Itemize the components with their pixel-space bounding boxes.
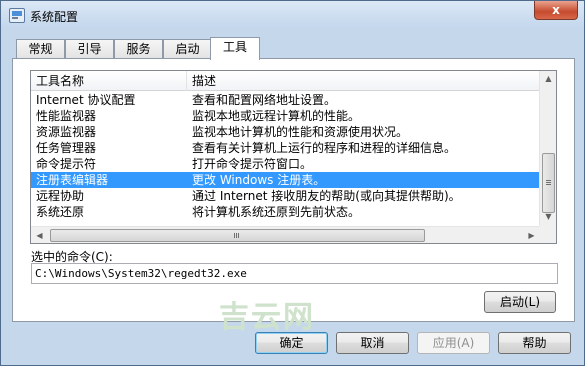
tab-services[interactable]: 服务 [114, 39, 163, 59]
tool-name: 性能监视器 [36, 109, 97, 123]
list-item[interactable]: 远程协助 通过 Internet 接收朋友的帮助(或向其提供帮助)。 [31, 188, 540, 204]
tool-name: 系统还原 [36, 205, 85, 219]
cancel-button[interactable]: 取消 [336, 332, 409, 354]
tool-name: 命令提示符 [36, 157, 97, 171]
list-header: 工具名称 描述 [31, 71, 540, 91]
tool-description: 更改 Windows 注册表。 [192, 173, 326, 187]
tool-name: 注册表编辑器 [36, 173, 109, 187]
list-item[interactable]: 命令提示符 打开命令提示符窗口。 [31, 156, 540, 172]
tool-name: 资源监视器 [36, 125, 97, 139]
scrollbar-corner [539, 226, 556, 243]
tool-description: 将计算机系统还原到先前状态。 [192, 205, 361, 219]
apply-button[interactable]: 应用(A) [417, 332, 490, 354]
vertical-scroll-thumb[interactable] [542, 153, 555, 213]
tool-description: 打开命令提示符窗口。 [192, 157, 313, 171]
tools-list[interactable]: 工具名称 描述 Internet 协议配置 查看和配置网络地址设置。 性能监视器 监视… [30, 70, 557, 244]
list-item[interactable]: 任务管理器 查看有关计算机上运行的程序和进程的详细信息。 [31, 140, 540, 156]
horizontal-scroll-thumb[interactable] [50, 229, 425, 242]
tab-boot[interactable]: 引导 [65, 39, 114, 59]
list-body: Internet 协议配置 查看和配置网络地址设置。性能监视器 监视本地或远程计算机… [31, 92, 540, 220]
scroll-up-arrow-icon[interactable]: ▲ [541, 72, 556, 87]
list-item[interactable]: 系统还原 将计算机系统还原到先前状态。 [31, 204, 540, 220]
tool-description: 监视本地或远程计算机的性能。 [192, 109, 361, 123]
scroll-right-arrow-icon[interactable]: ▶ [524, 228, 539, 243]
launch-button[interactable]: 启动(L) [484, 291, 556, 313]
list-item[interactable]: Internet 协议配置 查看和配置网络地址设置。 [31, 92, 540, 108]
tool-description: 通过 Internet 接收朋友的帮助(或向其提供帮助)。 [192, 189, 461, 203]
list-item[interactable]: 性能监视器 监视本地或远程计算机的性能。 [31, 108, 540, 124]
column-header-tool-name[interactable]: 工具名称 [31, 71, 187, 91]
scroll-left-arrow-icon[interactable]: ◀ [32, 228, 47, 243]
tab-startup[interactable]: 启动 [163, 39, 212, 59]
window-title: 系统配置 [30, 10, 79, 24]
tool-description: 监视本地计算机的性能和资源使用状况。 [192, 125, 409, 139]
tool-description: 查看有关计算机上运行的程序和进程的详细信息。 [192, 141, 457, 155]
system-configuration-icon [9, 8, 25, 23]
close-button[interactable]: x [534, 1, 578, 20]
horizontal-scrollbar[interactable]: ◀ ▶ [31, 226, 540, 243]
tool-name: 远程协助 [36, 189, 85, 203]
help-button[interactable]: 帮助 [498, 332, 571, 354]
ok-button[interactable]: 确定 [255, 332, 328, 354]
column-header-description[interactable]: 描述 [187, 71, 540, 91]
watermark-text: 吉云网 [219, 300, 315, 335]
tab-tools[interactable]: 工具 [210, 37, 260, 60]
title-bar: 系统配置 x [1, 1, 584, 29]
system-configuration-window: 系统配置 x 常规 引导 服务 启动 工具 工具名称 描述 Internet 协… [0, 0, 585, 366]
list-item[interactable]: 资源监视器 监视本地计算机的性能和资源使用状况。 [31, 124, 540, 140]
vertical-scrollbar[interactable]: ▲ ▼ [539, 71, 556, 226]
selected-command-field[interactable]: C:\Windows\System32\regedt32.exe [31, 263, 558, 284]
tool-name: 任务管理器 [36, 141, 97, 155]
tools-tab-panel: 工具名称 描述 Internet 协议配置 查看和配置网络地址设置。 性能监视器 监视… [12, 58, 575, 322]
list-item[interactable]: 注册表编辑器 更改 Windows 注册表。 [31, 172, 540, 188]
tool-name: Internet 协议配置 [36, 93, 136, 107]
tool-description: 查看和配置网络地址设置。 [192, 93, 337, 107]
scroll-down-arrow-icon[interactable]: ▼ [541, 210, 556, 225]
tab-general[interactable]: 常规 [16, 39, 65, 59]
